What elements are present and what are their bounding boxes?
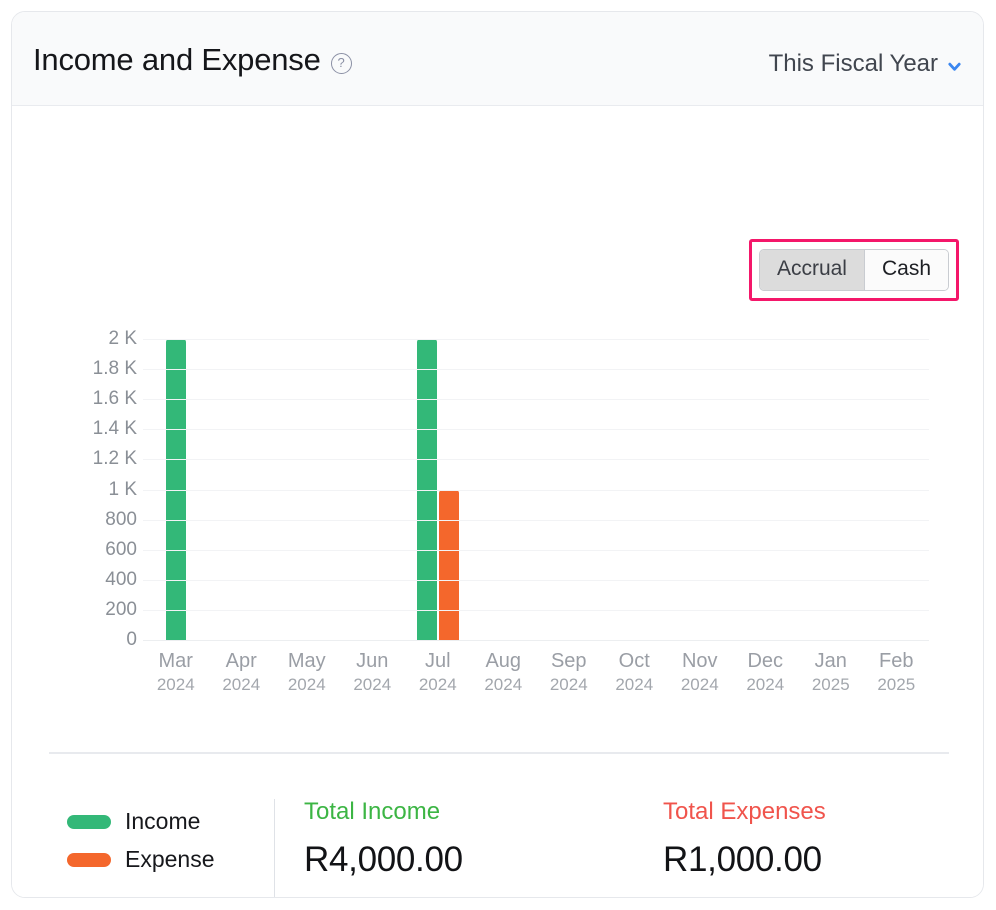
x-axis: Mar2024Apr2024May2024Jun2024Jul2024Aug20… xyxy=(143,649,929,709)
x-tick-year: 2024 xyxy=(353,674,391,696)
card-header: Income and Expense ? This Fiscal Year xyxy=(12,12,983,106)
period-selector-label: This Fiscal Year xyxy=(769,50,938,78)
legend-label-income: Income xyxy=(125,808,200,835)
gridline xyxy=(143,520,929,521)
y-axis-tick-label: 1.2 K xyxy=(17,448,137,470)
gridline xyxy=(143,490,929,491)
x-tick-year: 2024 xyxy=(681,674,719,696)
legend-swatch-income xyxy=(67,815,111,829)
x-tick-month: Apr xyxy=(222,649,260,674)
x-tick-year: 2024 xyxy=(746,674,784,696)
x-tick-month: Jan xyxy=(812,649,850,674)
total-expenses-label: Total Expenses xyxy=(663,796,826,828)
x-tick-year: 2024 xyxy=(157,674,195,696)
x-tick-year: 2024 xyxy=(550,674,588,696)
y-axis-tick-label: 400 xyxy=(17,569,137,591)
x-tick-year: 2024 xyxy=(288,674,326,696)
total-income-label: Total Income xyxy=(304,796,463,828)
legend-swatch-expense xyxy=(67,853,111,867)
legend-label-expense: Expense xyxy=(125,846,215,873)
x-axis-tick-label: May2024 xyxy=(288,649,326,696)
gridline xyxy=(143,399,929,400)
y-axis-tick-label: 0 xyxy=(17,629,137,651)
card-body: Accrual Cash 02004006008001 K1.2 K1.4 K1… xyxy=(12,106,983,897)
x-axis-tick-label: Mar2024 xyxy=(157,649,195,696)
card-title: Income and Expense xyxy=(33,42,321,78)
total-income-value: R4,000.00 xyxy=(304,835,463,885)
x-tick-year: 2024 xyxy=(615,674,653,696)
x-axis-tick-label: Sep2024 xyxy=(550,649,588,696)
y-axis-tick-label: 800 xyxy=(17,509,137,531)
y-axis-tick-label: 2 K xyxy=(17,328,137,350)
summary-section: Income Expense Total Income R4,000.00 To… xyxy=(12,796,984,898)
legend-item-income[interactable]: Income xyxy=(67,808,215,835)
x-axis-tick-label: Jun2024 xyxy=(353,649,391,696)
x-tick-year: 2024 xyxy=(484,674,522,696)
y-axis-tick-label: 1.4 K xyxy=(17,418,137,440)
section-divider xyxy=(49,752,949,754)
x-tick-month: Aug xyxy=(484,649,522,674)
x-tick-year: 2025 xyxy=(877,674,915,696)
chart-legend: Income Expense xyxy=(67,808,215,884)
x-axis-tick-label: Oct2024 xyxy=(615,649,653,696)
gridline xyxy=(143,369,929,370)
gridline xyxy=(143,580,929,581)
legend-item-expense[interactable]: Expense xyxy=(67,846,215,873)
y-axis-tick-label: 1 K xyxy=(17,479,137,501)
gridline xyxy=(143,610,929,611)
y-axis-tick-label: 600 xyxy=(17,539,137,561)
x-tick-month: May xyxy=(288,649,326,674)
x-axis-tick-label: Feb2025 xyxy=(877,649,915,696)
question-mark-circle-icon[interactable]: ? xyxy=(331,53,352,74)
x-axis-tick-label: Apr2024 xyxy=(222,649,260,696)
page-title: Income and Expense ? xyxy=(33,42,352,78)
total-income-block: Total Income R4,000.00 xyxy=(304,796,463,885)
summary-vertical-divider xyxy=(274,799,275,898)
total-expenses-block: Total Expenses R1,000.00 xyxy=(663,796,826,885)
gridline xyxy=(143,459,929,460)
y-axis-tick-label: 1.8 K xyxy=(17,358,137,380)
x-tick-month: Sep xyxy=(550,649,588,674)
x-axis-tick-label: Nov2024 xyxy=(681,649,719,696)
gridline xyxy=(143,429,929,430)
x-tick-year: 2024 xyxy=(419,674,457,696)
x-tick-month: Jun xyxy=(353,649,391,674)
x-tick-month: Mar xyxy=(157,649,195,674)
x-axis-tick-label: Aug2024 xyxy=(484,649,522,696)
x-tick-month: Nov xyxy=(681,649,719,674)
bar-expense[interactable] xyxy=(439,490,459,641)
y-axis-tick-label: 1.6 K xyxy=(17,388,137,410)
x-tick-month: Feb xyxy=(877,649,915,674)
x-axis-tick-label: Jul2024 xyxy=(419,649,457,696)
gridline xyxy=(143,640,929,641)
y-axis: 02004006008001 K1.2 K1.4 K1.6 K1.8 K2 K xyxy=(11,339,137,640)
x-axis-tick-label: Dec2024 xyxy=(746,649,784,696)
period-selector[interactable]: This Fiscal Year xyxy=(769,50,962,78)
x-tick-month: Dec xyxy=(746,649,784,674)
income-expense-chart: 02004006008001 K1.2 K1.4 K1.6 K1.8 K2 K … xyxy=(12,106,984,726)
total-expenses-value: R1,000.00 xyxy=(663,835,826,885)
chevron-down-icon xyxy=(947,59,962,74)
gridline xyxy=(143,339,929,340)
income-expense-card: Income and Expense ? This Fiscal Year Ac… xyxy=(11,11,984,898)
plot-area xyxy=(143,339,929,640)
x-tick-year: 2024 xyxy=(222,674,260,696)
gridline xyxy=(143,550,929,551)
x-tick-month: Jul xyxy=(419,649,457,674)
x-tick-month: Oct xyxy=(615,649,653,674)
x-tick-year: 2025 xyxy=(812,674,850,696)
y-axis-tick-label: 200 xyxy=(17,599,137,621)
x-axis-tick-label: Jan2025 xyxy=(812,649,850,696)
